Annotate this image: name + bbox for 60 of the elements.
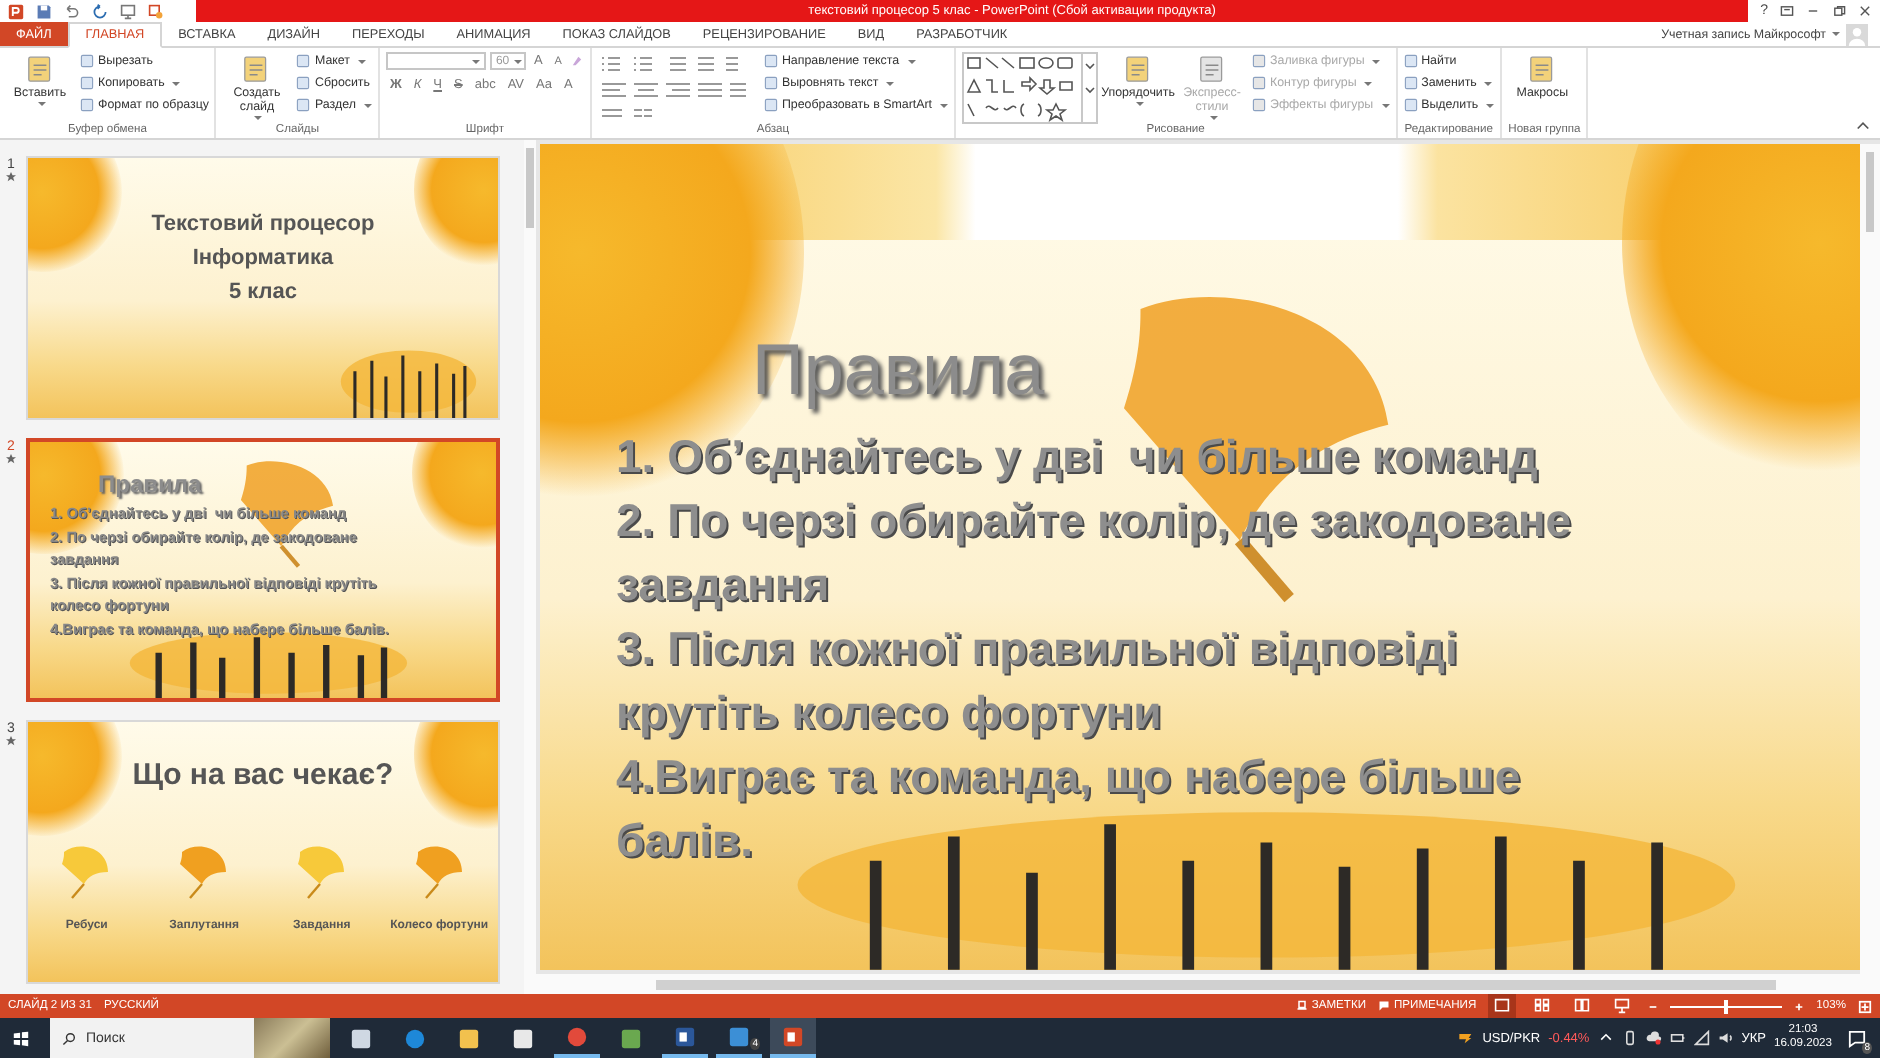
view-icon (1574, 998, 1591, 1014)
app-logo-icon[interactable] (8, 3, 24, 19)
notes-icon (1295, 1000, 1308, 1012)
battery-icon[interactable] (1669, 1030, 1686, 1046)
slide-title: Правила (750, 328, 1047, 412)
view-icon (1494, 998, 1511, 1014)
command-icon (24, 54, 56, 86)
app-icon (566, 1025, 588, 1047)
app-icon (512, 1027, 534, 1049)
app-icon (350, 1027, 372, 1049)
network-icon[interactable] (1693, 1030, 1710, 1046)
zoom-in-icon[interactable] (1794, 1001, 1805, 1011)
star-icon (6, 736, 16, 746)
rule-text: 4.Виграє та команда, що набере більше балів. (616, 748, 1523, 870)
speaker-icon[interactable] (1717, 1030, 1734, 1046)
minimize-icon[interactable] (1806, 4, 1820, 18)
ribbon-display-icon[interactable] (1780, 4, 1794, 18)
slide-title: Що на вас чекає? (132, 758, 394, 792)
slide-title-text: 5 клас (228, 277, 298, 307)
app-icon (782, 1025, 804, 1047)
slide-title-text: Текстовий процесор (151, 209, 375, 239)
close-icon[interactable] (1858, 4, 1872, 18)
app-icon (674, 1025, 696, 1047)
zoom-out-icon[interactable] (1648, 1001, 1659, 1011)
view-icon (1614, 998, 1631, 1014)
save-icon[interactable] (36, 3, 52, 19)
font-name-field[interactable] (385, 52, 486, 70)
slide-thumbnail[interactable]: Текстовий процесор Інформатика 5 клас (26, 156, 500, 420)
fit-slide-icon[interactable] (1858, 999, 1872, 1013)
rule-text: 3. Після кожної правильної відповіді крутіть колесо фортуни (616, 620, 1460, 742)
star-icon (6, 454, 16, 464)
star-icon (6, 172, 16, 182)
photo-placeholder (254, 1018, 330, 1058)
notifications-icon (1847, 1029, 1865, 1047)
taskbar-app-button[interactable] (770, 1018, 816, 1058)
view-button[interactable] (1488, 994, 1517, 1018)
comment-icon (1378, 1000, 1390, 1012)
slide-canvas[interactable] (540, 144, 1860, 970)
app-icon (728, 1025, 750, 1047)
zoom-slider-thumb[interactable] (1724, 999, 1729, 1013)
slideshow-icon[interactable] (120, 3, 136, 19)
app-icon (404, 1027, 426, 1049)
phone-icon[interactable] (1621, 1030, 1638, 1046)
restore-icon[interactable] (1832, 4, 1846, 18)
view-icon (1534, 998, 1551, 1014)
caret-icon[interactable] (1832, 32, 1840, 36)
cloud-icon[interactable] (1645, 1030, 1662, 1046)
chevron-up-icon[interactable] (1597, 1030, 1614, 1046)
windows-start-icon[interactable] (12, 1029, 30, 1047)
shapes-gallery-drawing[interactable] (962, 52, 1099, 124)
collapse-ribbon-icon[interactable] (1856, 118, 1870, 132)
redo-icon[interactable] (92, 3, 108, 19)
touch-mode-icon[interactable] (148, 3, 164, 19)
undo-icon[interactable] (64, 3, 80, 19)
slide-thumbnail[interactable] (26, 438, 500, 702)
search-icon (62, 1031, 76, 1045)
currency-icon[interactable] (1458, 1030, 1475, 1046)
app-icon (458, 1027, 480, 1049)
app-icon (620, 1027, 642, 1049)
slide-title-text: Інформатика (192, 243, 334, 273)
